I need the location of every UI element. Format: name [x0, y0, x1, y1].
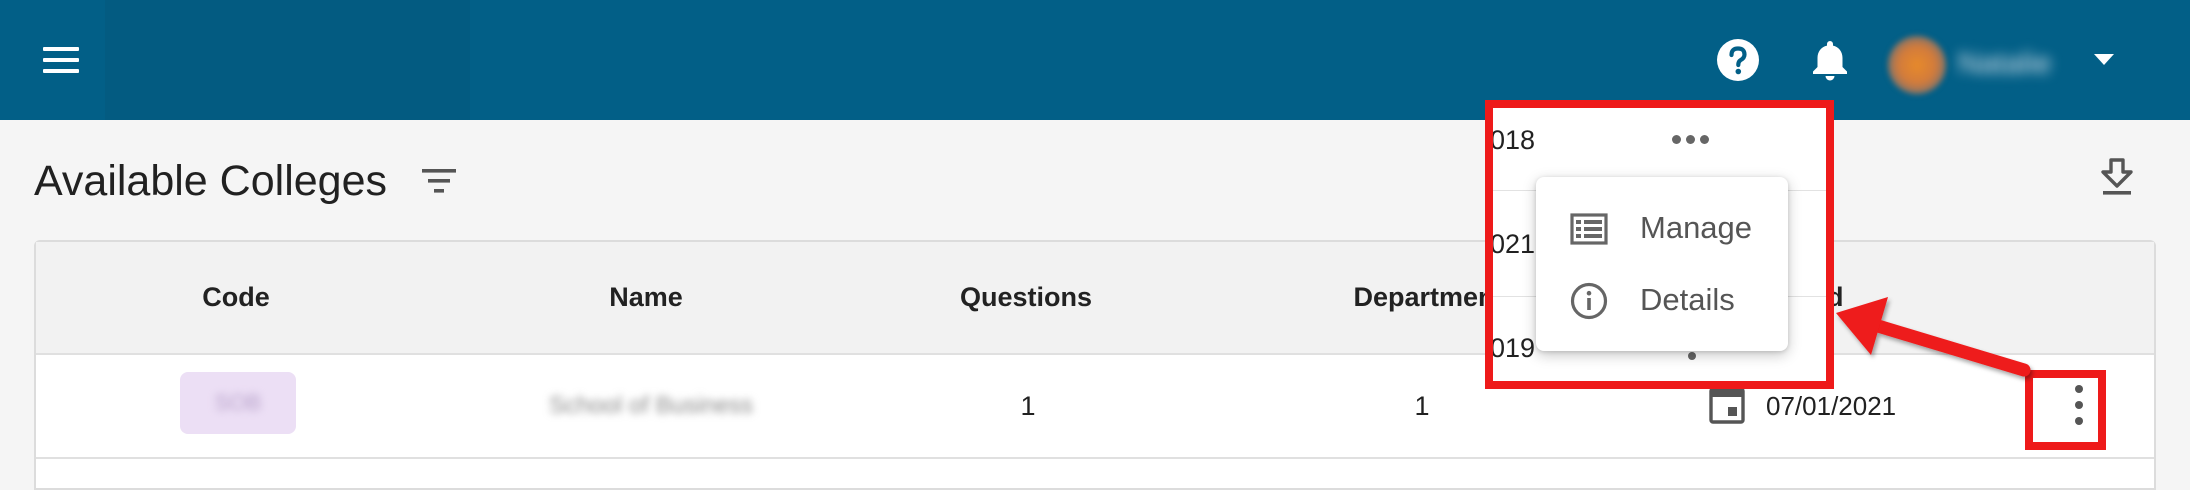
questions-cell: 1 — [1020, 391, 1036, 421]
annotation-highlight-menu — [1485, 100, 1834, 389]
column-header-code[interactable]: Code — [176, 242, 296, 353]
table-header: Code Name Questions Departments ed — [36, 242, 2154, 355]
caret-down-icon[interactable] — [2094, 54, 2114, 65]
bell-icon[interactable] — [1810, 38, 1850, 82]
code-chip[interactable]: SOB — [180, 372, 296, 434]
code-value: SOB — [214, 390, 262, 415]
app-header: Natalie — [0, 0, 2190, 120]
user-name: Natalie — [1958, 47, 2052, 80]
column-header-questions[interactable]: Questions — [926, 242, 1126, 353]
filter-icon[interactable] — [419, 163, 459, 199]
avatar — [1888, 36, 1946, 94]
hamburger-menu-icon[interactable] — [40, 40, 82, 80]
user-menu[interactable]: Natalie — [1868, 26, 2093, 100]
colleges-table: Code Name Questions Departments ed SOB S… — [34, 240, 2156, 490]
annotation-highlight-kebab — [2025, 370, 2106, 450]
departments-cell: 1 — [1414, 391, 1430, 421]
header-shade — [105, 0, 470, 120]
download-icon[interactable] — [2100, 158, 2134, 196]
column-header-name[interactable]: Name — [556, 242, 736, 353]
name-cell: School of Business — [506, 355, 796, 457]
help-icon[interactable] — [1716, 38, 1760, 82]
table-row[interactable]: SOB School of Business 1 1 07/01/2021 — [36, 355, 2154, 459]
name-value: School of Business — [548, 392, 754, 419]
page-title: Available Colleges — [34, 157, 387, 205]
